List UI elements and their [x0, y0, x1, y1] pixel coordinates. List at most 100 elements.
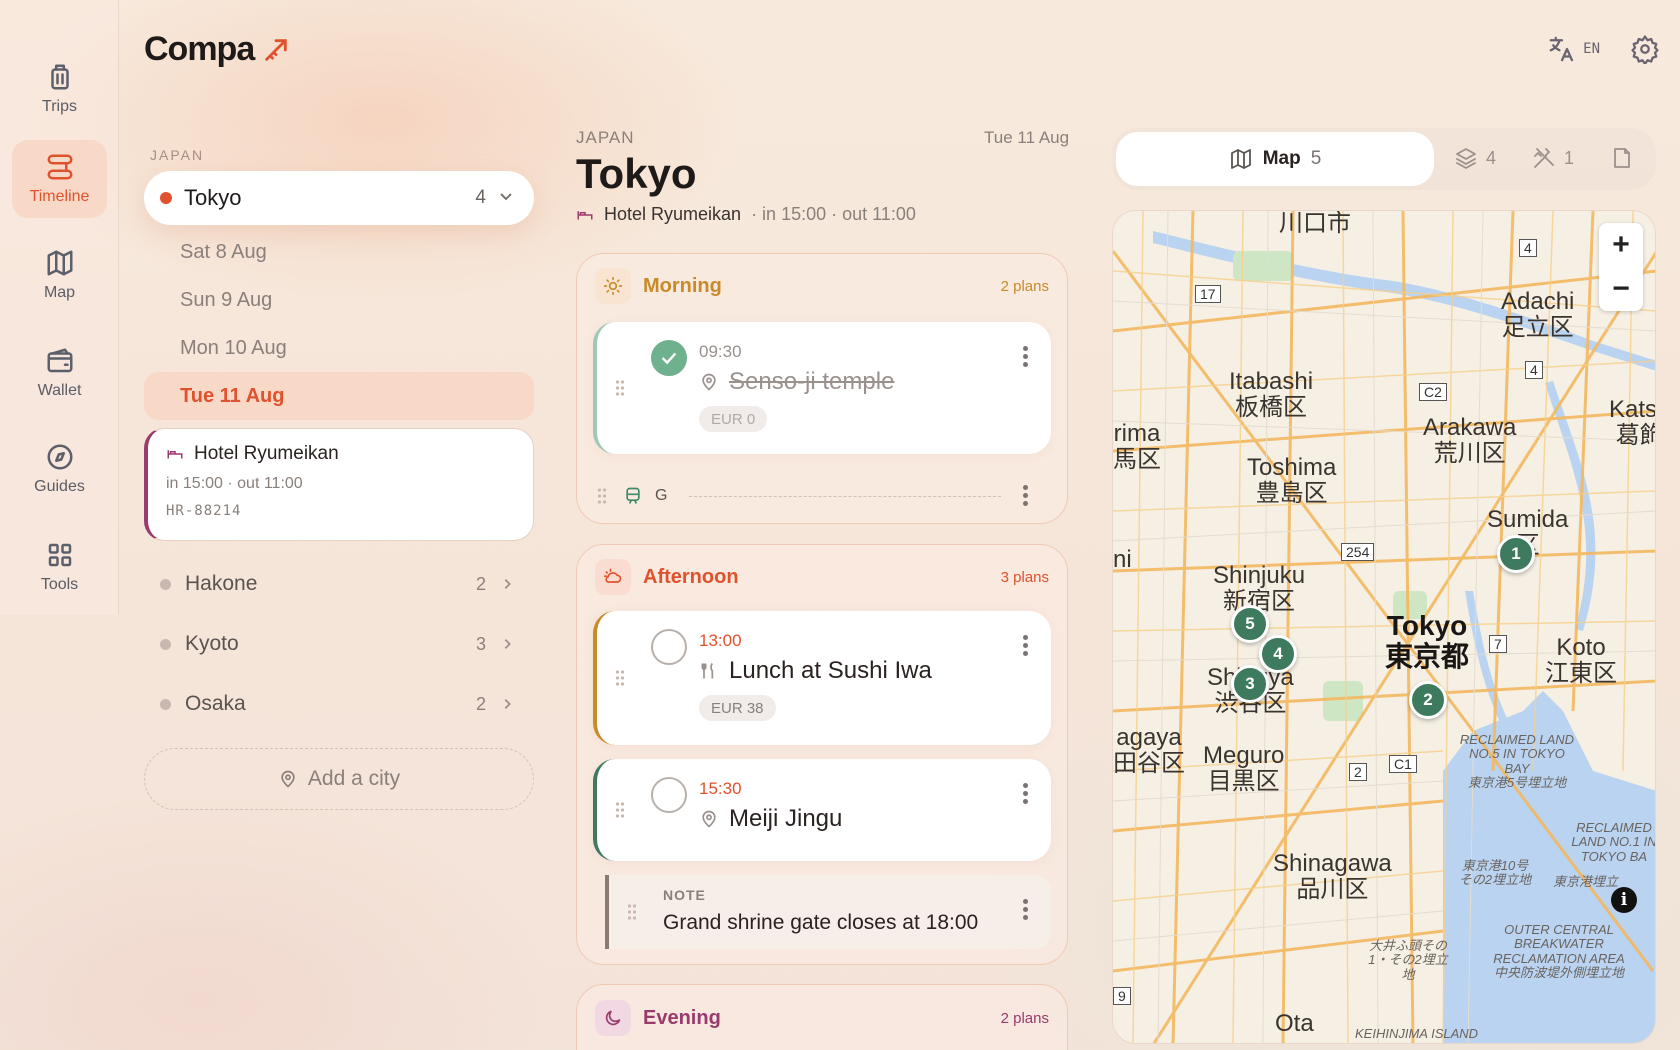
tab-tools[interactable]: 1: [1532, 146, 1574, 170]
map-pin[interactable]: 1: [1497, 535, 1535, 573]
city-selector-tokyo[interactable]: Tokyo 4: [144, 171, 534, 225]
road-shield: 2: [1349, 763, 1367, 781]
plan-card[interactable]: 09:30 Senso-ji temple EUR 0: [593, 322, 1051, 454]
day-hotel: Hotel Ryumeikan · in 15:00 · out 11:00: [576, 204, 916, 225]
map-pin[interactable]: 4: [1259, 635, 1297, 673]
city-name: Kyoto: [185, 632, 239, 655]
zoom-controls: + −: [1599, 223, 1643, 311]
language-switch[interactable]: EN: [1547, 34, 1600, 64]
plan-name: Meiji Jingu: [729, 805, 843, 832]
tab-layers[interactable]: 4: [1454, 146, 1496, 170]
road-shield: 17: [1195, 285, 1221, 303]
section-evening: Evening 2 plans: [576, 984, 1068, 1050]
date-item[interactable]: Mon 10 Aug: [144, 324, 534, 372]
note-card[interactable]: NOTE Grand shrine gate closes at 18:00: [605, 875, 1051, 949]
city-name: Osaka: [185, 692, 246, 715]
map-label: Itabashi 板橋区: [1229, 368, 1314, 422]
section-morning: Morning 2 plans 09:30 Senso-ji temple EU…: [576, 253, 1068, 524]
city-item-osaka[interactable]: Osaka 2: [144, 674, 534, 734]
app-logo[interactable]: Compa: [144, 30, 290, 69]
map-icon: [47, 250, 72, 276]
note-icon: [1614, 148, 1630, 168]
date-item-active[interactable]: Tue 11 Aug: [144, 372, 534, 420]
plan-checkbox[interactable]: [651, 629, 687, 665]
map-label: RECLAIMED LAND NO.1 IN TOKYO BA: [1571, 820, 1656, 864]
date-item[interactable]: Sat 8 Aug: [144, 228, 534, 276]
city-count: 3: [475, 633, 486, 654]
map-view[interactable]: 川口市 Adachi足立区 Itabashi板橋区 Katsu葛飾 Arakaw…: [1112, 210, 1656, 1044]
map-pin[interactable]: 2: [1409, 681, 1447, 719]
chevron-right-icon: [504, 699, 511, 709]
zoom-in-button[interactable]: +: [1599, 223, 1643, 267]
tab-map[interactable]: Map 5: [1116, 132, 1434, 186]
plan-card[interactable]: 15:30 Meiji Jingu: [593, 759, 1051, 861]
tab-notes[interactable]: [1610, 146, 1634, 170]
map-label: agaya 田谷区: [1113, 724, 1185, 778]
tab-label: Map: [1262, 148, 1301, 169]
note-text: Grand shrine gate closes at 18:00: [663, 911, 979, 934]
city-item-kyoto[interactable]: Kyoto 3: [144, 614, 534, 674]
plan-price: EUR 0: [699, 406, 768, 432]
more-icon[interactable]: [1023, 899, 1029, 921]
rail-label: Guides: [34, 478, 85, 495]
suitcase-icon: [50, 64, 69, 90]
map-label: OUTER CENTRAL BREAKWATER RECLAMATION ARE…: [1493, 922, 1625, 980]
map-label: Shinagawa 品川区: [1273, 850, 1392, 904]
info-icon[interactable]: i: [1611, 887, 1637, 913]
day-hotel-times: · in 15:00 · out 11:00: [751, 204, 916, 224]
drag-handle[interactable]: [615, 801, 625, 819]
plan-checkbox-done[interactable]: [651, 340, 687, 376]
tab-count: 1: [1564, 147, 1575, 168]
rail-item-trips[interactable]: Trips: [12, 50, 107, 128]
sun-icon: [595, 268, 631, 304]
hotel-code: HR-88214: [166, 503, 242, 519]
gear-icon[interactable]: [1630, 34, 1660, 64]
road-shield: 254: [1341, 543, 1375, 561]
rail-item-tools[interactable]: Tools: [12, 528, 107, 606]
map-label: 東京港10号 その2埋立地: [1458, 858, 1532, 888]
drag-handle[interactable]: [597, 487, 607, 505]
map-pin[interactable]: 5: [1231, 605, 1269, 643]
rail-item-wallet[interactable]: Wallet: [12, 334, 107, 412]
chevron-down-icon: [498, 188, 514, 209]
add-city-label: Add a city: [307, 767, 401, 790]
rail-item-map[interactable]: Map: [12, 236, 107, 314]
map-label: rima 馬区: [1113, 420, 1161, 474]
section-count: 3 plans: [1000, 568, 1049, 586]
day-hotel-name: Hotel Ryumeikan: [604, 204, 742, 224]
translate-icon: [1549, 36, 1574, 62]
pin-icon: [281, 770, 295, 788]
plan-price: EUR 38: [699, 695, 776, 721]
more-icon[interactable]: [1023, 485, 1029, 507]
zoom-out-button[interactable]: −: [1599, 267, 1643, 311]
date-item[interactable]: Sun 9 Aug: [144, 276, 534, 324]
more-icon[interactable]: [1023, 635, 1029, 657]
add-city-button[interactable]: Add a city: [144, 748, 534, 810]
rail-item-timeline[interactable]: Timeline: [12, 140, 107, 218]
plan-time: 09:30: [699, 342, 742, 361]
more-icon[interactable]: [1023, 346, 1029, 368]
section-count: 2 plans: [1000, 1009, 1049, 1027]
utensils-icon: [701, 662, 714, 679]
city-dot: [160, 698, 171, 710]
page-title: Tokyo: [576, 150, 697, 197]
transit-row[interactable]: G: [597, 478, 1049, 514]
plan-checkbox[interactable]: [651, 777, 687, 813]
tab-count: 4: [1486, 147, 1497, 168]
city-item-hakone[interactable]: Hakone 2: [144, 554, 534, 614]
plan-card[interactable]: 13:00 Lunch at Sushi Iwa EUR 38: [593, 611, 1051, 745]
drag-handle[interactable]: [615, 379, 625, 397]
transit-line: G: [655, 487, 668, 504]
rail-item-guides[interactable]: Guides: [12, 430, 107, 508]
drag-handle[interactable]: [627, 903, 637, 921]
compass-icon: [47, 444, 72, 470]
map-label: Koto 江東区: [1545, 634, 1617, 688]
map-pin[interactable]: 3: [1231, 665, 1269, 703]
bed-icon: [577, 210, 593, 219]
city-name: Hakone: [185, 572, 258, 595]
drag-handle[interactable]: [615, 669, 625, 687]
note-label: NOTE: [663, 887, 706, 903]
train-icon: [626, 487, 640, 504]
hotel-card[interactable]: Hotel Ryumeikan in 15:00 · out 11:00 HR-…: [144, 428, 534, 541]
more-icon[interactable]: [1023, 783, 1029, 805]
